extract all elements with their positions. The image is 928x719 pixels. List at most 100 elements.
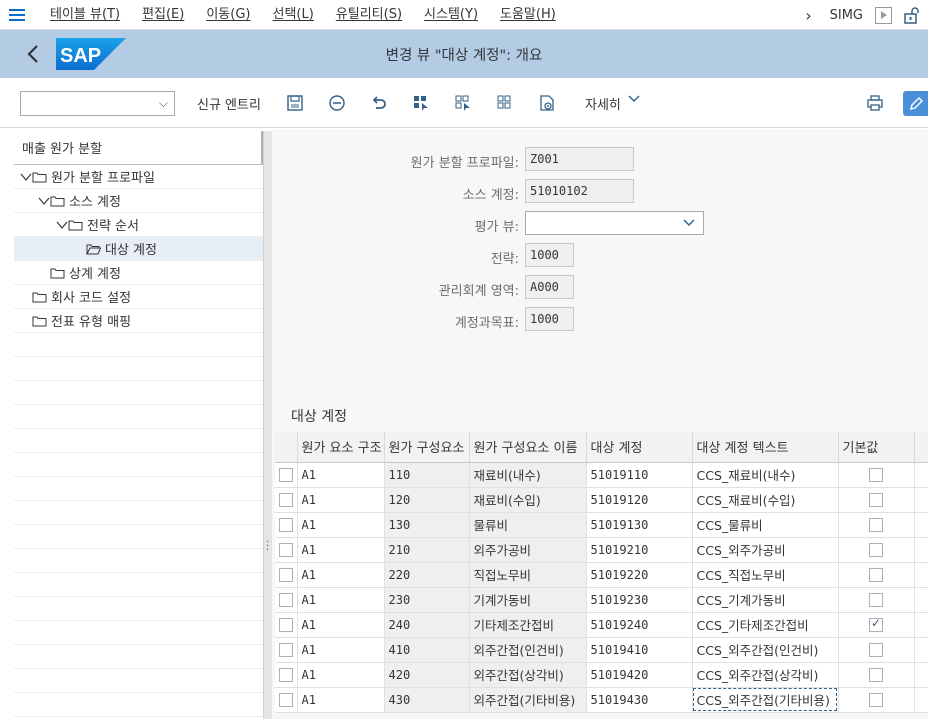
cell-component[interactable]: 240 bbox=[384, 612, 470, 638]
column-header-component[interactable]: 원가 구성요소 bbox=[384, 432, 470, 463]
cell-component-name[interactable]: 외주간접(기타비용) bbox=[469, 687, 587, 713]
deselect-icon[interactable] bbox=[452, 92, 474, 114]
table-row[interactable]: A1 120 재료비(수입) 51019120 CCS_재료비(수입) bbox=[275, 487, 928, 513]
back-icon[interactable] bbox=[18, 44, 48, 64]
cell-structure[interactable]: A1 bbox=[297, 612, 385, 638]
cell-selector[interactable] bbox=[838, 637, 915, 663]
chevron-down-icon[interactable] bbox=[20, 172, 32, 182]
menu-edit[interactable]: 편집(E) bbox=[131, 0, 195, 30]
cell-target-account[interactable]: 51019430 bbox=[586, 687, 693, 713]
cell-component-name[interactable]: 재료비(내수) bbox=[469, 462, 587, 488]
chevron-down-icon[interactable] bbox=[56, 220, 68, 230]
default-checkbox[interactable] bbox=[869, 543, 883, 558]
cell-component-name[interactable]: 기타제조간접비 bbox=[469, 612, 587, 638]
row-selector[interactable] bbox=[278, 543, 293, 558]
default-checkbox[interactable] bbox=[869, 693, 883, 708]
column-header-structure[interactable]: 원가 요소 구조 bbox=[297, 432, 385, 463]
tree-item-target-account[interactable]: 대상 계정 bbox=[14, 237, 263, 261]
select-all-icon[interactable] bbox=[410, 92, 432, 114]
table-row[interactable]: A1 220 직접노무비 51019220 CCS_직접노무비 bbox=[275, 562, 928, 588]
cell-structure[interactable]: A1 bbox=[297, 687, 385, 713]
chevron-down-icon[interactable] bbox=[38, 196, 50, 206]
cell-target-account[interactable]: 51019220 bbox=[586, 562, 693, 588]
table-row[interactable]: A1 410 외주간접(인건비) 51019410 CCS_외주간접(인건비) bbox=[275, 637, 928, 663]
play-icon[interactable] bbox=[875, 6, 892, 24]
row-selector[interactable] bbox=[278, 643, 293, 658]
cell-target-account[interactable]: 51019410 bbox=[586, 637, 693, 663]
cell-component[interactable]: 120 bbox=[384, 487, 470, 513]
cell-selector[interactable] bbox=[838, 612, 915, 638]
column-header-component-name[interactable]: 원가 구성요소 이름 bbox=[469, 432, 587, 463]
cell-target-account-text[interactable]: CCS_외주간접(인건비) bbox=[692, 637, 839, 663]
select-all-cell[interactable] bbox=[275, 432, 298, 463]
cell-component-name[interactable]: 물류비 bbox=[469, 512, 587, 538]
cell-target-account-text[interactable]: CCS_기타제조간접비 bbox=[692, 612, 839, 638]
cell-component[interactable]: 210 bbox=[384, 537, 470, 563]
splitter-grip-icon[interactable]: · · · bbox=[266, 538, 270, 556]
cell-component-name[interactable]: 외주간접(상각비) bbox=[469, 662, 587, 688]
cell-selector[interactable] bbox=[838, 537, 915, 563]
table-row[interactable]: A1 230 기계가동비 51019230 CCS_기계가동비 bbox=[275, 587, 928, 613]
lock-icon[interactable] bbox=[902, 6, 920, 24]
default-checkbox[interactable] bbox=[869, 643, 883, 658]
new-entries-button[interactable]: 신규 엔트리 bbox=[197, 94, 261, 113]
cell-component[interactable]: 130 bbox=[384, 512, 470, 538]
print-icon[interactable] bbox=[864, 92, 886, 114]
menu-icon[interactable] bbox=[0, 0, 34, 30]
cell-target-account-text[interactable]: CCS_재료비(내수) bbox=[692, 462, 839, 488]
menu-goto[interactable]: 이동(G) bbox=[195, 0, 261, 30]
row-selector[interactable] bbox=[278, 668, 293, 683]
block-icon[interactable] bbox=[494, 92, 516, 114]
cell-target-account-text[interactable]: CCS_기계가동비 bbox=[692, 587, 839, 613]
menu-utilities[interactable]: 유틸리티(S) bbox=[325, 0, 413, 30]
chevron-right-icon[interactable]: › bbox=[805, 6, 811, 25]
cell-component[interactable]: 230 bbox=[384, 587, 470, 613]
cell-selector[interactable] bbox=[275, 537, 298, 563]
cell-selector[interactable] bbox=[838, 487, 915, 513]
cell-selector[interactable] bbox=[275, 562, 298, 588]
default-checkbox[interactable] bbox=[869, 668, 883, 683]
menu-selection[interactable]: 선택(L) bbox=[261, 0, 324, 30]
menu-table-view[interactable]: 테이블 뷰(T) bbox=[34, 0, 131, 30]
cell-component[interactable]: 420 bbox=[384, 662, 470, 688]
panel-splitter[interactable] bbox=[264, 131, 272, 719]
profile-field[interactable]: Z001 bbox=[525, 147, 634, 171]
cell-target-account[interactable]: 51019120 bbox=[586, 487, 693, 513]
cell-component[interactable]: 410 bbox=[384, 637, 470, 663]
cell-target-account-text[interactable]: CCS_재료비(수입) bbox=[692, 487, 839, 513]
cell-target-account[interactable]: 51019130 bbox=[586, 512, 693, 538]
cell-component-name[interactable]: 외주가공비 bbox=[469, 537, 587, 563]
controlling-area-field[interactable]: A000 bbox=[525, 275, 574, 299]
cell-structure[interactable]: A1 bbox=[297, 662, 385, 688]
cell-target-account[interactable]: 51019110 bbox=[586, 462, 693, 488]
cell-component-name[interactable]: 외주간접(인건비) bbox=[469, 637, 587, 663]
row-selector[interactable] bbox=[278, 518, 293, 533]
details-button[interactable]: 자세히 bbox=[585, 94, 621, 113]
cell-selector[interactable] bbox=[838, 662, 915, 688]
default-checkbox[interactable] bbox=[869, 493, 883, 508]
cell-selector[interactable] bbox=[838, 562, 915, 588]
cell-structure[interactable]: A1 bbox=[297, 587, 385, 613]
table-row[interactable]: A1 210 외주가공비 51019210 CCS_외주가공비 bbox=[275, 537, 928, 563]
cell-component[interactable]: 430 bbox=[384, 687, 470, 713]
tree-item-strategy-sequence[interactable]: 전략 순서 bbox=[14, 213, 263, 237]
minus-circle-icon[interactable] bbox=[326, 92, 348, 114]
cell-target-account-text[interactable]: CCS_외주간접(기타비용) bbox=[692, 687, 839, 713]
cell-component-name[interactable]: 재료비(수입) bbox=[469, 487, 587, 513]
default-checkbox[interactable] bbox=[869, 568, 883, 583]
source-account-field[interactable]: 51010102 bbox=[525, 179, 634, 203]
edit-icon[interactable] bbox=[903, 91, 928, 116]
cell-component-name[interactable]: 기계가동비 bbox=[469, 587, 587, 613]
table-row[interactable]: A1 420 외주간접(상각비) 51019420 CCS_외주간접(상각비) bbox=[275, 662, 928, 688]
row-selector[interactable] bbox=[278, 493, 293, 508]
chevron-down-icon[interactable]: ⌵ bbox=[159, 96, 168, 111]
chart-of-accounts-field[interactable]: 1000 bbox=[525, 307, 574, 331]
cell-selector[interactable] bbox=[838, 587, 915, 613]
cell-target-account[interactable]: 51019420 bbox=[586, 662, 693, 688]
cell-selector[interactable] bbox=[275, 587, 298, 613]
tree-item-company-code-settings[interactable]: 회사 코드 설정 bbox=[14, 285, 263, 309]
menu-help[interactable]: 도움말(H) bbox=[489, 0, 567, 30]
save-icon[interactable] bbox=[284, 92, 306, 114]
default-checkbox[interactable] bbox=[869, 518, 883, 533]
row-selector[interactable] bbox=[278, 593, 293, 608]
